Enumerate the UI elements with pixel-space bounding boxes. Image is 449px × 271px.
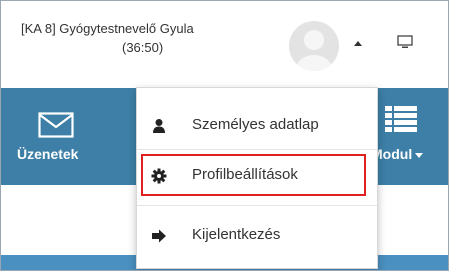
menu-item-logout[interactable]: Kijelentkezés bbox=[137, 216, 377, 256]
sign-out-icon bbox=[152, 229, 166, 243]
top-bar: [KA 8] Gyógytestnevelő Gyula (36:50) bbox=[1, 1, 448, 88]
caret-up-icon[interactable] bbox=[354, 41, 362, 46]
menu-divider bbox=[137, 205, 377, 206]
menu-item-label: Kijelentkezés bbox=[192, 226, 281, 243]
menu-divider bbox=[137, 149, 377, 150]
user-name[interactable]: [KA 8] Gyógytestnevelő Gyula (36:50) bbox=[21, 19, 291, 57]
menu-item-label: Személyes adatlap bbox=[192, 116, 319, 133]
highlight-box bbox=[141, 154, 366, 196]
nav-messages[interactable]: Üzenetek bbox=[17, 96, 97, 176]
menu-item-personal-profile[interactable]: Személyes adatlap bbox=[137, 106, 377, 146]
nav-modul-label: Modul bbox=[371, 146, 424, 162]
user-avatar-icon[interactable] bbox=[289, 21, 339, 71]
envelope-icon bbox=[38, 112, 74, 138]
user-name-line1: [KA 8] Gyógytestnevelő Gyula bbox=[21, 21, 194, 36]
nav-messages-label: Üzenetek bbox=[17, 146, 79, 162]
user-session-timer: (36:50) bbox=[122, 40, 164, 55]
user-icon bbox=[153, 119, 165, 133]
list-icon bbox=[385, 106, 417, 132]
monitor-icon[interactable] bbox=[397, 35, 413, 54]
screenshot-frame: [KA 8] Gyógytestnevelő Gyula (36:50) Üze… bbox=[0, 0, 449, 271]
nav-modul[interactable]: Modul bbox=[371, 96, 448, 176]
chevron-down-icon bbox=[415, 152, 424, 158]
